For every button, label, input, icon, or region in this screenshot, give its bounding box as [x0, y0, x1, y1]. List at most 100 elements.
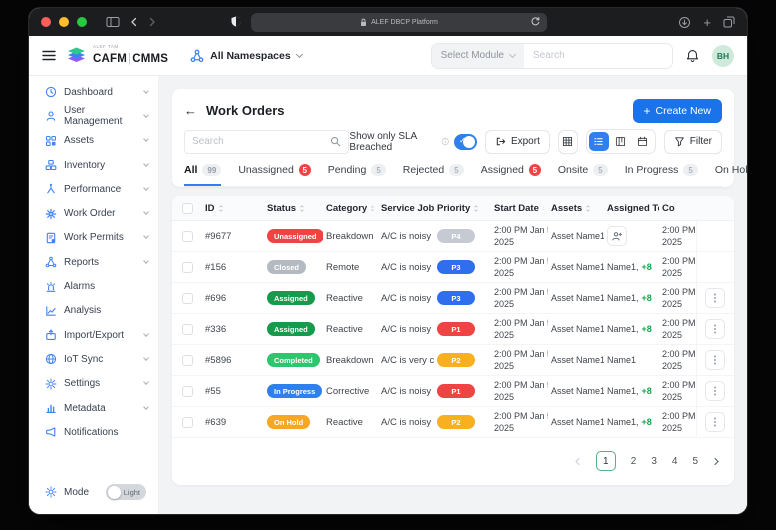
hamburger-menu-icon[interactable]	[42, 50, 56, 61]
column-status[interactable]: Status	[264, 203, 323, 214]
create-new-button[interactable]: + Create New	[632, 98, 722, 123]
cell-completed-date: 2:00 PM Jan 52025	[662, 411, 696, 433]
address-bar[interactable]: ALEF DBCP Platform	[251, 12, 547, 32]
column-category[interactable]: Category	[323, 203, 378, 214]
tab-in-progress[interactable]: In Progress 5	[625, 164, 698, 186]
sidebar-item-work-order[interactable]: Work Order	[29, 201, 158, 225]
page-number-2[interactable]: 2	[631, 456, 637, 467]
sidebar-item-notifications[interactable]: Notifications	[29, 420, 158, 444]
page-number-5[interactable]: 5	[692, 456, 698, 467]
status-badge: Assigned	[267, 322, 315, 336]
sidebar-toggle-icon[interactable]	[106, 16, 120, 28]
column-start-date[interactable]: Start Date	[491, 203, 548, 214]
row-checkbox[interactable]	[181, 385, 193, 397]
cell-id: #55	[205, 385, 221, 397]
pagination-next-icon[interactable]	[713, 457, 720, 466]
export-button[interactable]: Export	[484, 129, 550, 154]
line-chart-icon	[45, 305, 57, 317]
sidebar-item-assets[interactable]: Assets	[29, 129, 158, 153]
sidebar-item-analysis[interactable]: Analysis	[29, 299, 158, 323]
cell-service-job: A/C is noisy	[381, 230, 432, 242]
tab-assigned[interactable]: Assigned 5	[481, 164, 541, 186]
row-checkbox[interactable]	[181, 261, 193, 273]
sidebar-item-reports[interactable]: Reports	[29, 250, 158, 274]
notifications-bell-icon[interactable]	[685, 48, 700, 64]
row-actions-button[interactable]	[704, 288, 725, 308]
column-priority[interactable]: Priority	[434, 203, 491, 214]
list-view-button[interactable]	[588, 132, 609, 151]
tab-pending[interactable]: Pending 5	[328, 164, 386, 186]
brand-logo[interactable]: ALEF TAM CAFM|CMMS	[66, 43, 168, 67]
cell-start-date: 2:00 PM Jan 5 2025	[494, 349, 548, 371]
sidebar-item-iot-sync[interactable]: IoT Sync	[29, 347, 158, 371]
page-number-3[interactable]: 3	[651, 456, 657, 467]
downloads-icon[interactable]	[678, 16, 691, 29]
pagination-prev-icon[interactable]	[574, 457, 581, 466]
sla-breached-group: Show only SLA Breached	[349, 131, 477, 153]
new-tab-icon[interactable]: +	[703, 16, 711, 29]
back-icon[interactable]	[130, 17, 138, 27]
table-header: ID Status Category Service Job Priority …	[172, 196, 734, 221]
row-actions-button[interactable]	[704, 381, 725, 401]
row-checkbox[interactable]	[181, 354, 193, 366]
column-completed[interactable]: Co	[659, 203, 696, 214]
sidebar-item-user-management[interactable]: User Management	[29, 104, 158, 128]
column-assets[interactable]: Assets	[548, 203, 604, 214]
content-blocker-shield-icon[interactable]	[230, 15, 242, 28]
page-number-1[interactable]: 1	[595, 451, 616, 471]
priority-badge: P2	[437, 415, 475, 429]
sidebar-item-import-export[interactable]: Import/Export	[29, 323, 158, 347]
sidebar-item-metadata[interactable]: Metadata	[29, 396, 158, 420]
sidebar-item-performance[interactable]: Performance	[29, 177, 158, 201]
assign-user-button[interactable]	[607, 226, 627, 246]
close-window-button[interactable]	[41, 17, 51, 27]
kanban-view-button[interactable]	[611, 132, 631, 151]
row-checkbox[interactable]	[181, 323, 193, 335]
global-search-input[interactable]	[524, 43, 672, 68]
chevron-down-icon	[143, 209, 149, 215]
calendar-view-button[interactable]	[633, 132, 653, 151]
tab-overview-icon[interactable]	[723, 16, 735, 28]
zoom-window-button[interactable]	[77, 17, 87, 27]
table-search-box[interactable]	[184, 129, 350, 154]
row-checkbox[interactable]	[181, 416, 193, 428]
row-actions-button[interactable]	[704, 350, 725, 370]
table-search-input[interactable]	[192, 136, 331, 147]
row-checkbox[interactable]	[181, 292, 193, 304]
row-checkbox[interactable]	[181, 230, 193, 242]
sidebar-item-work-permits[interactable]: Work Permits	[29, 226, 158, 250]
row-actions-button[interactable]	[704, 412, 725, 432]
brand-subtitle: ALEF TAM	[93, 43, 119, 49]
column-service-job[interactable]: Service Job	[378, 203, 434, 214]
namespace-selector[interactable]: All Namespaces	[190, 49, 303, 63]
tab-unassigned[interactable]: Unassigned 5	[238, 164, 311, 186]
cell-start-date: 2:00 PM Jan 5 2025	[494, 256, 548, 278]
page-number-4[interactable]: 4	[672, 456, 678, 467]
minimize-window-button[interactable]	[59, 17, 69, 27]
cell-category: Corrective	[326, 385, 370, 397]
cell-id: #639	[205, 416, 227, 428]
column-assigned-to[interactable]: Assigned To	[604, 203, 659, 214]
reload-icon[interactable]	[530, 16, 541, 27]
theme-mode-toggle[interactable]: Light	[106, 484, 146, 500]
tab-onsite[interactable]: Onsite 5	[558, 164, 608, 186]
tab-rejected[interactable]: Rejected 5	[403, 164, 464, 186]
cell-service-job: A/C is noisy	[381, 261, 432, 273]
forward-icon[interactable]	[148, 17, 156, 27]
filter-button[interactable]: Filter	[663, 129, 722, 154]
row-actions-button[interactable]	[704, 319, 725, 339]
sla-breached-toggle[interactable]	[454, 133, 477, 150]
tab-all[interactable]: All 99	[184, 164, 222, 186]
user-avatar[interactable]: BH	[712, 44, 734, 67]
chevron-down-icon	[143, 330, 149, 337]
column-id[interactable]: ID	[202, 203, 264, 214]
sidebar-item-inventory[interactable]: Inventory	[29, 153, 158, 177]
sidebar-item-dashboard[interactable]: Dashboard	[29, 80, 158, 104]
select-all-checkbox[interactable]	[181, 202, 193, 214]
back-arrow-icon[interactable]: ←	[184, 103, 197, 118]
grid-view-button[interactable]	[557, 129, 578, 154]
sidebar-item-settings[interactable]: Settings	[29, 372, 158, 396]
tab-on-hold[interactable]: On Hold5	[715, 164, 747, 186]
select-module-dropdown[interactable]: Select Module	[431, 43, 524, 68]
sidebar-item-alarms[interactable]: Alarms	[29, 274, 158, 298]
